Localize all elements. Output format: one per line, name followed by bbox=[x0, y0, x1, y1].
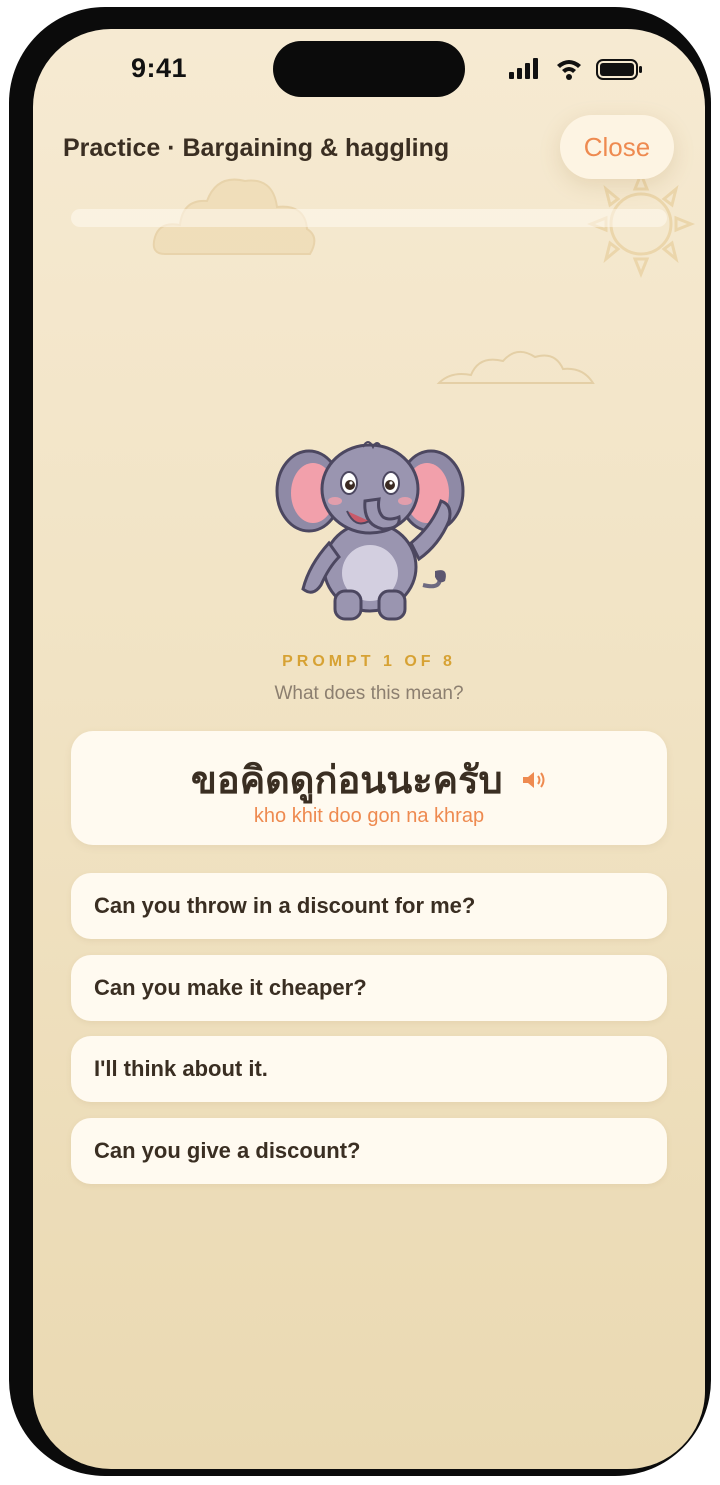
progress-bar bbox=[71, 209, 667, 227]
phrase-romanization: kho khit doo gon na khrap bbox=[253, 805, 485, 827]
status-icons bbox=[509, 58, 642, 80]
prompt-question: What does this mean? bbox=[274, 683, 464, 704]
app-screen: 9:41 Practice · Bargaining & haggling Cl… bbox=[33, 29, 705, 1469]
phrase-row: ขอคิดดูก่อนนะครับ bbox=[71, 749, 667, 810]
answer-option[interactable]: Can you throw in a discount for me? bbox=[71, 873, 667, 939]
phone-frame: 9:41 Practice · Bargaining & haggling Cl… bbox=[9, 7, 711, 1476]
dynamic-island bbox=[273, 41, 465, 97]
wifi-icon bbox=[557, 60, 581, 80]
cloud-decoration bbox=[436, 350, 595, 384]
prompt-counter: PROMPT 1 OF 8 bbox=[282, 653, 456, 670]
thai-phrase: ขอคิดดูก่อนนะครับ bbox=[190, 758, 503, 802]
phrase-card: ขอคิดดูก่อนนะครับ kho khit doo gon na kh… bbox=[71, 731, 667, 845]
elephant-mascot-icon bbox=[275, 441, 465, 621]
battery-icon bbox=[596, 59, 642, 80]
cellular-signal-icon bbox=[509, 58, 538, 79]
answer-option[interactable]: Can you make it cheaper? bbox=[71, 955, 667, 1021]
answer-option[interactable]: I'll think about it. bbox=[71, 1036, 667, 1102]
page-title: Practice · Bargaining & haggling bbox=[63, 134, 450, 162]
answer-option[interactable]: Can you give a discount? bbox=[71, 1118, 667, 1184]
close-button[interactable]: Close bbox=[560, 115, 674, 179]
status-time: 9:41 bbox=[131, 53, 188, 83]
status-bar: 9:41 bbox=[33, 29, 705, 109]
speaker-icon[interactable] bbox=[521, 769, 547, 791]
